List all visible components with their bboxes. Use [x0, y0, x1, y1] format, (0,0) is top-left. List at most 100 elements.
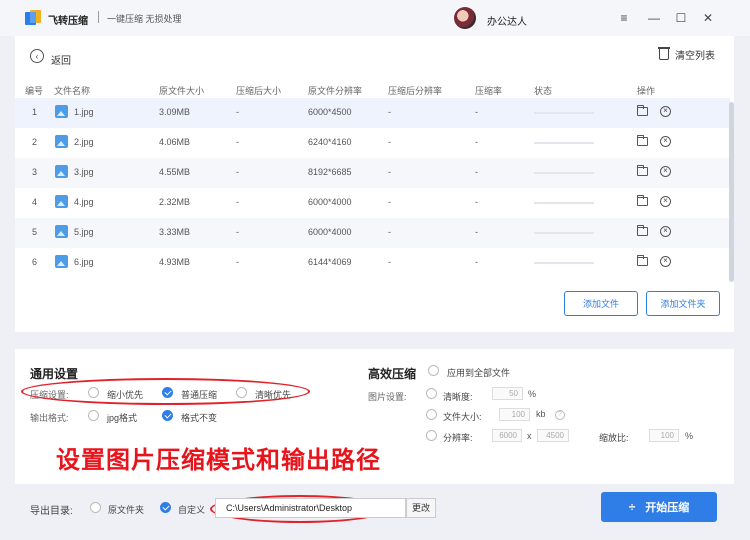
filesize-label: 文件大小: — [443, 412, 482, 422]
image-file-icon — [55, 135, 68, 148]
scrollbar[interactable] — [729, 102, 734, 282]
filesize-unit: kb — [536, 409, 546, 419]
row-filename: 4.jpg — [74, 197, 94, 207]
start-compress-button[interactable]: ÷ 开始压缩 — [601, 492, 717, 522]
image-file-icon — [55, 105, 68, 118]
row-resolution: 6000*4000 — [308, 227, 352, 237]
radio-custom-folder[interactable] — [160, 502, 171, 513]
annotation-text: 设置图片压缩模式和输出路径 — [56, 447, 381, 474]
header-size: 原文件大小 — [159, 86, 205, 96]
image-file-icon — [55, 255, 68, 268]
remove-icon[interactable]: × — [660, 166, 671, 177]
clear-list-button[interactable]: 清空列表 — [658, 47, 715, 62]
menu-icon[interactable]: ≡ — [615, 9, 633, 27]
export-dir-label: 导出目录: — [30, 506, 73, 517]
file-list-panel: ‹ 返回 清空列表 编号 文件名称 原文件大小 压缩后大小 原文件分辨率 压缩后… — [15, 36, 734, 332]
clarity-label: 清晰度: — [443, 392, 473, 402]
image-settings-label: 图片设置: — [368, 392, 407, 402]
row-size: 2.32MB — [159, 197, 191, 207]
back-button[interactable]: 返回 — [51, 52, 71, 67]
header-compressed-size: 压缩后大小 — [236, 86, 282, 96]
change-path-button[interactable]: 更改 — [406, 498, 436, 518]
table-row[interactable]: 6 6.jpg 4.93MB - 6144*4069 - - × — [15, 248, 730, 278]
add-folder-button[interactable]: 添加文件夹 — [646, 291, 720, 316]
option-keep-format[interactable]: 格式不变 — [181, 411, 217, 424]
row-index: 5 — [32, 227, 38, 237]
remove-icon[interactable]: × — [660, 196, 671, 207]
header-ratio: 压缩率 — [475, 86, 503, 96]
row-resolution: 6144*4069 — [308, 257, 352, 267]
radio-apply-all[interactable] — [428, 365, 439, 376]
remove-icon[interactable]: × — [660, 106, 671, 117]
option-jpg-format[interactable]: jpg格式 — [107, 411, 137, 424]
row-size: 3.09MB — [159, 107, 191, 117]
radio-filesize[interactable] — [426, 409, 437, 420]
header-resolution: 原文件分辨率 — [308, 86, 363, 96]
clarity-input[interactable]: 50 — [492, 387, 523, 400]
back-icon[interactable]: ‹ — [30, 49, 44, 63]
scale-unit: % — [685, 431, 694, 441]
open-folder-icon[interactable] — [637, 255, 648, 266]
table-row[interactable]: 5 5.jpg 3.33MB - 6000*4000 - - × — [15, 218, 730, 248]
radio-clarity[interactable] — [426, 388, 437, 399]
app-title: 飞转压缩 — [48, 16, 88, 27]
row-index: 3 — [32, 167, 38, 177]
filesize-input[interactable]: 100 — [499, 408, 530, 421]
row-compressed-resolution: - — [388, 227, 391, 237]
option-original-folder[interactable]: 原文件夹 — [108, 503, 144, 516]
radio-keep-format[interactable] — [162, 410, 173, 421]
maximize-icon[interactable]: ☐ — [672, 9, 690, 27]
option-custom-folder[interactable]: 自定义 — [178, 503, 205, 516]
progress-bar — [534, 112, 594, 114]
open-folder-icon[interactable] — [637, 165, 648, 176]
resolution-width-input[interactable]: 6000 — [492, 429, 522, 442]
open-folder-icon[interactable] — [637, 225, 648, 236]
open-folder-icon[interactable] — [637, 195, 648, 206]
username[interactable]: 办公达人 — [487, 13, 527, 28]
avatar[interactable] — [454, 7, 476, 29]
info-icon[interactable]: ? — [555, 410, 565, 420]
scale-input[interactable]: 100 — [649, 429, 679, 442]
progress-bar — [534, 232, 594, 234]
open-folder-icon[interactable] — [637, 135, 648, 146]
add-file-button[interactable]: 添加文件 — [564, 291, 638, 316]
row-size: 4.06MB — [159, 137, 191, 147]
row-ratio: - — [475, 197, 478, 207]
header-status: 状态 — [534, 86, 553, 96]
remove-icon[interactable]: × — [660, 256, 671, 267]
header-index: 编号 — [25, 86, 44, 96]
export-path-input[interactable]: C:\Users\Administrator\Desktop — [215, 498, 406, 518]
table-row[interactable]: 1 1.jpg 3.09MB - 6000*4500 - - × — [15, 98, 730, 128]
row-filename: 2.jpg — [74, 137, 94, 147]
compress-icon: ÷ — [628, 500, 636, 514]
row-filename: 1.jpg — [74, 107, 94, 117]
image-file-icon — [55, 225, 68, 238]
row-compressed-size: - — [236, 107, 239, 117]
minimize-icon[interactable]: — — [645, 9, 663, 27]
table-row[interactable]: 3 3.jpg 4.55MB - 8192*6685 - - × — [15, 158, 730, 188]
clear-list-label: 清空列表 — [675, 51, 715, 62]
apply-all-label[interactable]: 应用到全部文件 — [447, 366, 510, 379]
radio-jpg-format[interactable] — [88, 410, 99, 421]
table-row[interactable]: 2 2.jpg 4.06MB - 6240*4160 - - × — [15, 128, 730, 158]
row-index: 2 — [32, 137, 38, 147]
row-compressed-resolution: - — [388, 197, 391, 207]
radio-resolution[interactable] — [426, 430, 437, 441]
close-icon[interactable]: ✕ — [699, 9, 717, 27]
row-compressed-resolution: - — [388, 107, 391, 117]
row-filename: 6.jpg — [74, 257, 94, 267]
row-ratio: - — [475, 257, 478, 267]
radio-original-folder[interactable] — [90, 502, 101, 513]
remove-icon[interactable]: × — [660, 136, 671, 147]
resolution-height-input[interactable]: 4500 — [537, 429, 569, 442]
row-compressed-size: - — [236, 197, 239, 207]
start-compress-label: 开始压缩 — [645, 502, 690, 514]
table-row[interactable]: 4 4.jpg 2.32MB - 6000*4000 - - × — [15, 188, 730, 218]
advanced-title: 高效压缩 — [368, 367, 417, 381]
remove-icon[interactable]: × — [660, 226, 671, 237]
resolution-separator: x — [527, 431, 532, 441]
row-resolution: 6000*4500 — [308, 107, 352, 117]
scale-label: 缩放比: — [599, 433, 629, 443]
open-folder-icon[interactable] — [637, 105, 648, 116]
row-resolution: 8192*6685 — [308, 167, 352, 177]
